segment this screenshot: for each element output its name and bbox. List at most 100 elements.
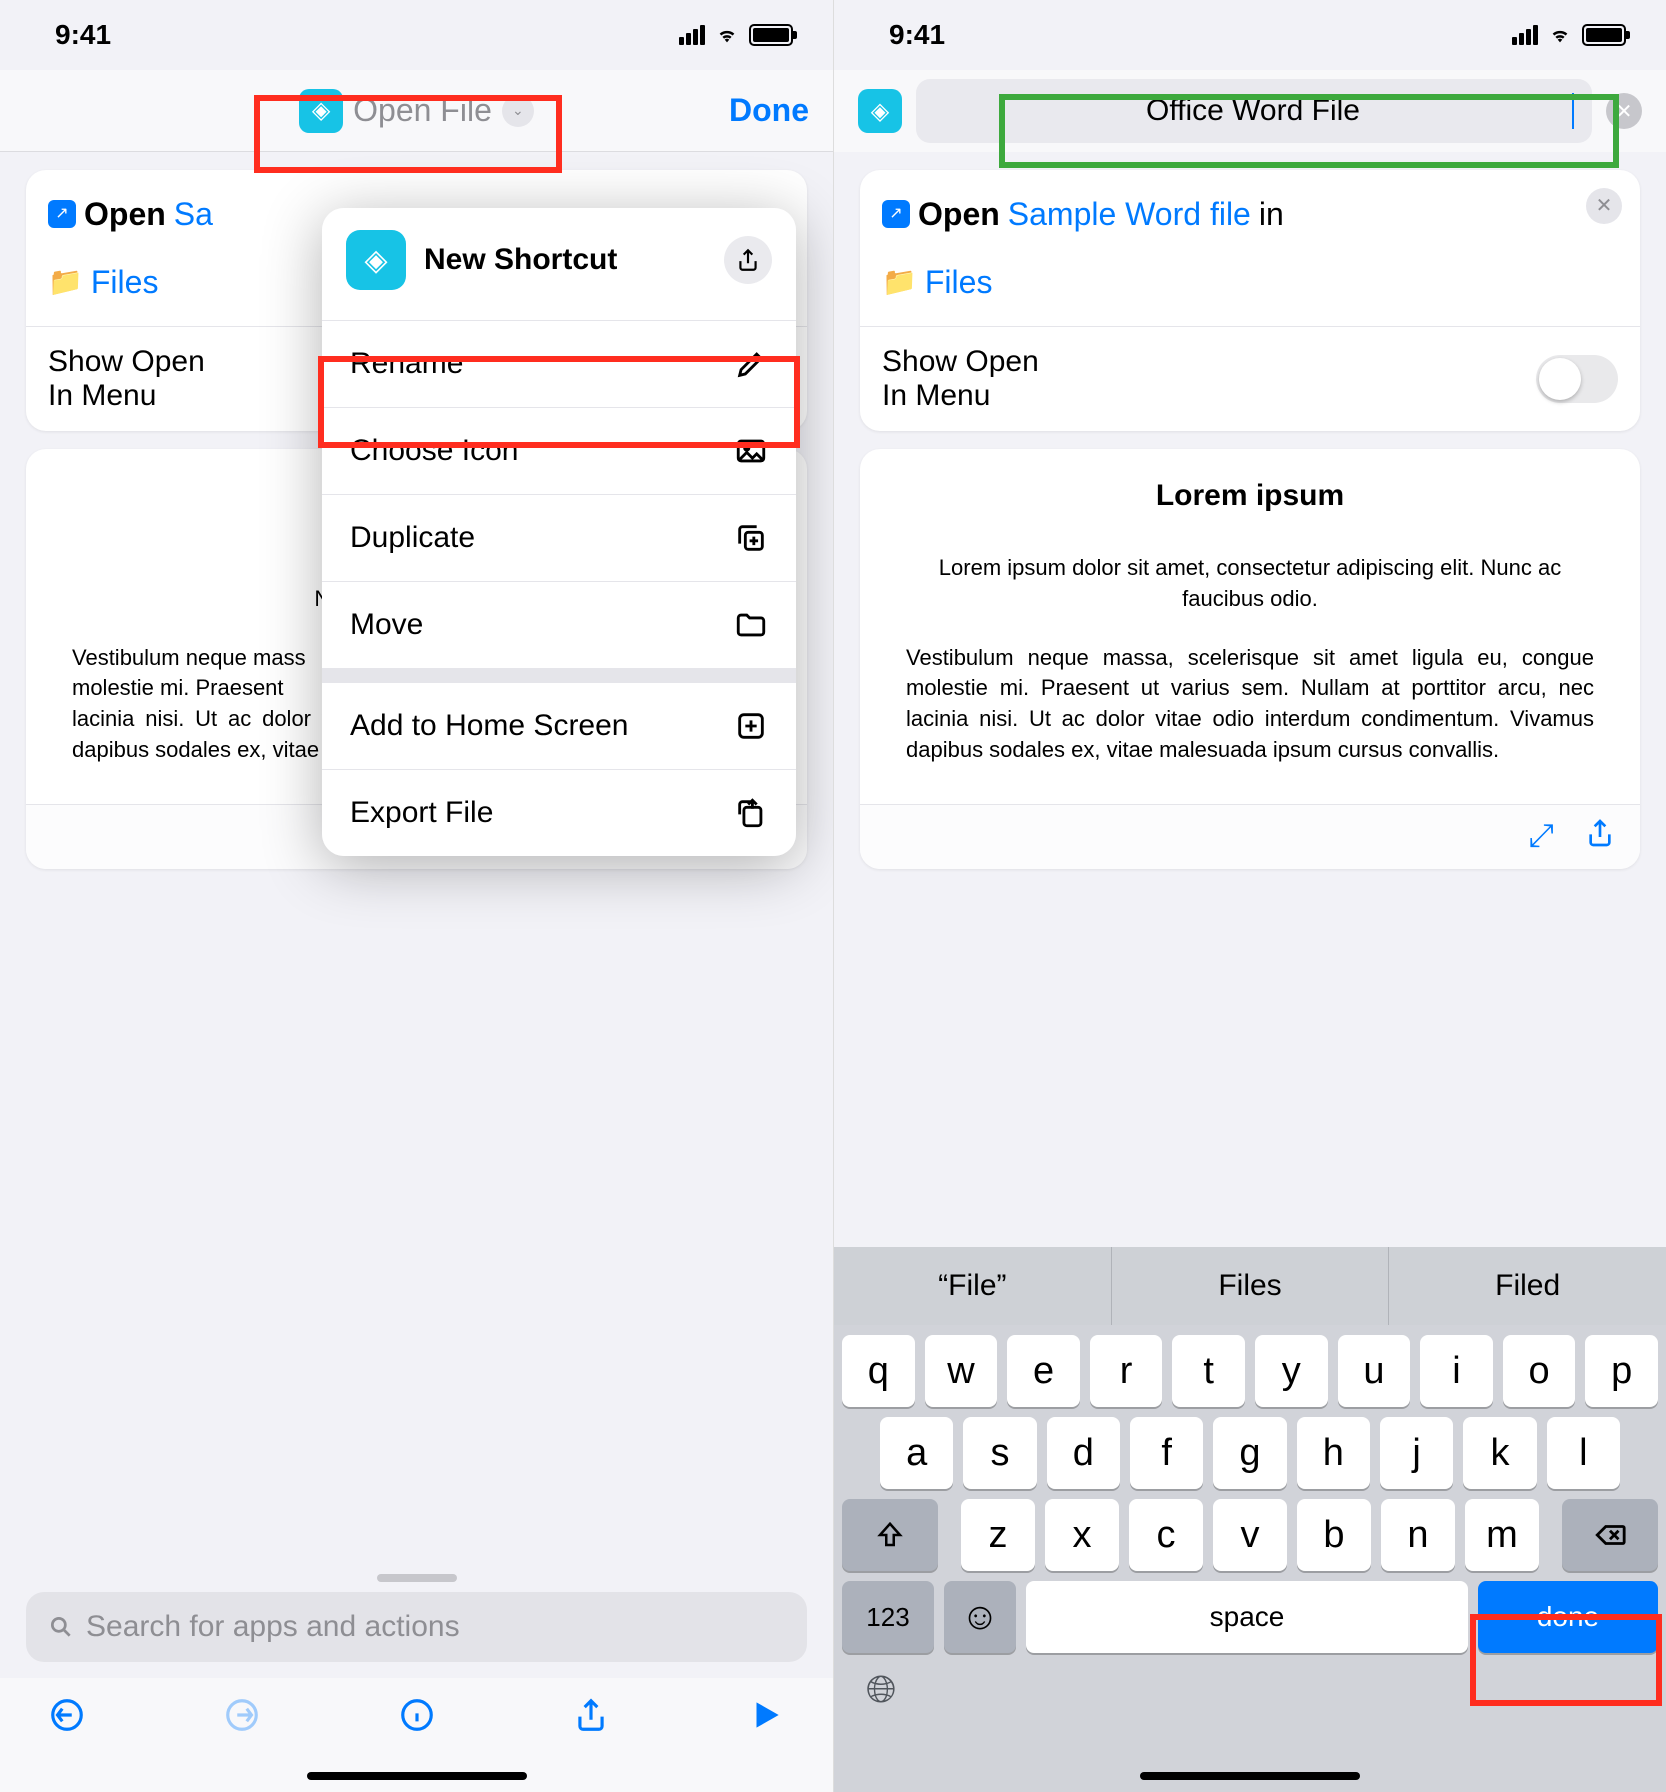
phone-right: 9:41 ◈ ✕ ↗ Open Sample Word file in ✕ 📁 … — [833, 0, 1666, 1792]
preview-p2: Vestibulum neque massa, scelerisque sit … — [906, 643, 1594, 766]
menu-item-duplicate[interactable]: Duplicate — [322, 494, 796, 581]
duplicate-icon — [734, 521, 768, 555]
export-icon — [734, 796, 768, 830]
expand-icon[interactable]: ⤢ — [1528, 817, 1554, 857]
suggestion[interactable]: “File” — [834, 1247, 1112, 1325]
nav-bar: ◈ Open File ⌄ Done — [0, 70, 833, 152]
wifi-icon — [1546, 24, 1574, 46]
key-row-1: qwertyuiop — [834, 1325, 1666, 1407]
file-parameter[interactable]: Sample Word file — [1008, 190, 1251, 238]
status-bar: 9:41 — [0, 0, 833, 70]
home-indicator — [307, 1772, 527, 1780]
preview-p1: Lorem ipsum dolor sit amet, consectetur … — [906, 553, 1594, 615]
done-key[interactable]: done — [1478, 1581, 1658, 1653]
share-button[interactable] — [572, 1696, 610, 1744]
suggestion-bar: “File” Files Filed — [834, 1247, 1666, 1325]
key-c[interactable]: c — [1129, 1499, 1203, 1571]
text-cursor — [1572, 93, 1574, 129]
key-o[interactable]: o — [1503, 1335, 1576, 1407]
key-a[interactable]: a — [880, 1417, 953, 1489]
image-icon — [734, 434, 768, 468]
home-indicator — [1140, 1772, 1360, 1780]
status-icons — [679, 24, 793, 46]
key-row-2: asdfghjkl — [834, 1407, 1666, 1489]
key-k[interactable]: k — [1463, 1417, 1536, 1489]
globe-key[interactable]: 🌐︎ — [866, 1669, 896, 1712]
open-file-action-icon: ↗ — [882, 200, 910, 228]
key-i[interactable]: i — [1420, 1335, 1493, 1407]
suggestion[interactable]: Filed — [1389, 1247, 1666, 1325]
open-label: Open — [918, 190, 1000, 238]
key-v[interactable]: v — [1213, 1499, 1287, 1571]
shortcut-icon: ◈ — [299, 89, 343, 133]
status-time: 9:41 — [55, 19, 111, 51]
shortcut-name: Open File — [353, 92, 492, 129]
key-b[interactable]: b — [1297, 1499, 1371, 1571]
key-h[interactable]: h — [1297, 1417, 1370, 1489]
key-p[interactable]: p — [1585, 1335, 1658, 1407]
context-menu: ◈ New Shortcut Rename Choose Icon Duplic… — [322, 208, 796, 856]
share-button[interactable] — [724, 236, 772, 284]
run-button[interactable] — [747, 1696, 785, 1744]
title-input[interactable] — [934, 94, 1572, 128]
key-t[interactable]: t — [1172, 1335, 1245, 1407]
key-z[interactable]: z — [961, 1499, 1035, 1571]
file-parameter[interactable]: Sa — [174, 190, 213, 238]
menu-item-rename[interactable]: Rename — [322, 320, 796, 407]
folder-icon — [734, 608, 768, 642]
battery-icon — [1582, 24, 1626, 46]
redo-button[interactable] — [223, 1696, 261, 1744]
key-j[interactable]: j — [1380, 1417, 1453, 1489]
info-button[interactable] — [398, 1696, 436, 1744]
key-y[interactable]: y — [1255, 1335, 1328, 1407]
open-label: Open — [84, 190, 166, 238]
remove-action-button[interactable]: ✕ — [1586, 188, 1622, 224]
key-r[interactable]: r — [1090, 1335, 1163, 1407]
numbers-key[interactable]: 123 — [842, 1581, 934, 1653]
emoji-key[interactable]: ☺ — [944, 1581, 1016, 1653]
shortcut-icon: ◈ — [346, 230, 406, 290]
chevron-down-icon: ⌄ — [502, 95, 534, 127]
drag-handle[interactable] — [377, 1574, 457, 1582]
clear-button[interactable]: ✕ — [1606, 93, 1642, 129]
share-icon[interactable] — [1584, 817, 1616, 857]
key-w[interactable]: w — [925, 1335, 998, 1407]
preview-title: Lorem ipsum — [906, 479, 1594, 513]
key-g[interactable]: g — [1213, 1417, 1286, 1489]
suggestion[interactable]: Files — [1112, 1247, 1390, 1325]
key-x[interactable]: x — [1045, 1499, 1119, 1571]
key-row-3: zxcvbnm — [834, 1489, 1666, 1571]
key-f[interactable]: f — [1130, 1417, 1203, 1489]
done-button[interactable]: Done — [729, 92, 809, 129]
folder-icon: 📁 — [48, 261, 83, 303]
pencil-icon — [734, 347, 768, 381]
menu-item-add-home[interactable]: Add to Home Screen — [322, 682, 796, 769]
key-s[interactable]: s — [963, 1417, 1036, 1489]
folder-icon: 📁 — [882, 261, 917, 303]
app-parameter[interactable]: Files — [925, 258, 993, 306]
app-parameter[interactable]: Files — [91, 258, 159, 306]
title-input-wrap[interactable] — [916, 79, 1592, 143]
menu-item-choose-icon[interactable]: Choose Icon — [322, 407, 796, 494]
key-q[interactable]: q — [842, 1335, 915, 1407]
toggle-switch[interactable] — [1536, 355, 1618, 403]
key-row-bottom: 123 ☺ space done — [834, 1571, 1666, 1665]
menu-item-export[interactable]: Export File — [322, 769, 796, 856]
shortcut-title-button[interactable]: ◈ Open File ⌄ — [104, 89, 729, 133]
key-d[interactable]: d — [1047, 1417, 1120, 1489]
toggle-label: Show Open In Menu — [48, 345, 205, 413]
battery-icon — [749, 24, 793, 46]
backspace-key[interactable] — [1562, 1499, 1658, 1571]
key-m[interactable]: m — [1465, 1499, 1539, 1571]
key-n[interactable]: n — [1381, 1499, 1455, 1571]
context-menu-header: ◈ New Shortcut — [322, 208, 796, 320]
shift-key[interactable] — [842, 1499, 938, 1571]
nav-bar: ◈ ✕ — [834, 70, 1666, 152]
space-key[interactable]: space — [1026, 1581, 1468, 1653]
key-l[interactable]: l — [1547, 1417, 1620, 1489]
undo-button[interactable] — [48, 1696, 86, 1744]
key-u[interactable]: u — [1338, 1335, 1411, 1407]
key-e[interactable]: e — [1007, 1335, 1080, 1407]
search-field[interactable]: Search for apps and actions — [26, 1592, 807, 1662]
menu-item-move[interactable]: Move — [322, 581, 796, 668]
